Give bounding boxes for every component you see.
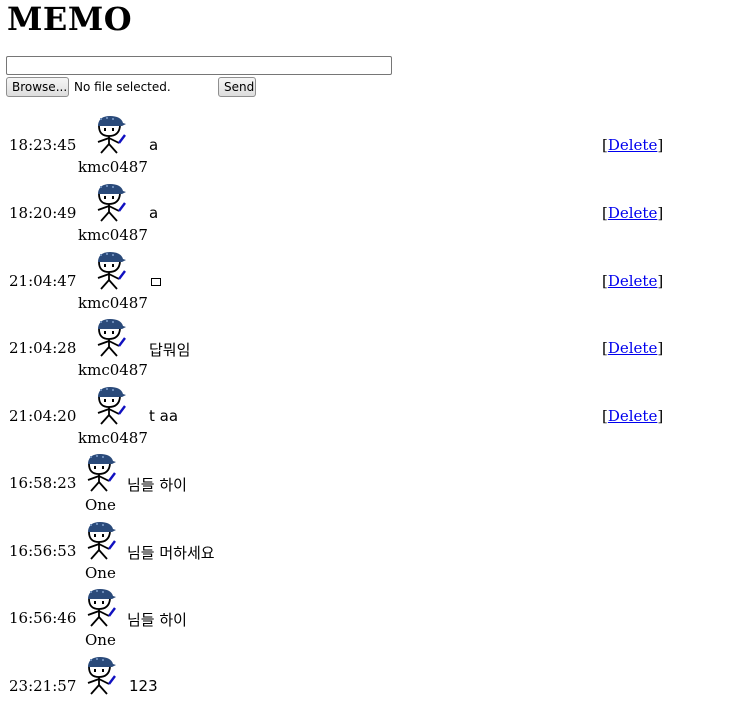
memo-entry: 21:04:28 kmc0487 답뭐임 [Delete] <box>0 317 750 385</box>
entry-time: 21:04:47 <box>9 272 77 290</box>
stick-figure-avatar-icon <box>82 587 118 627</box>
entry-message: 님들 머하세요 <box>127 544 215 562</box>
entry-time: 21:04:28 <box>9 339 77 357</box>
file-status: No file selected. <box>74 80 171 94</box>
memo-entry: 16:56:46 One 님들 하이 <box>0 587 750 655</box>
entry-time: 16:58:23 <box>9 474 77 492</box>
delete-link[interactable]: Delete <box>608 136 657 154</box>
stick-figure-avatar-icon <box>92 182 128 222</box>
memo-entry: 18:20:49 kmc0487 a [Delete] <box>0 182 750 250</box>
delete-control: [Delete] <box>602 339 664 357</box>
delete-link[interactable]: Delete <box>608 272 657 290</box>
stick-figure-avatar-icon <box>82 452 118 492</box>
entry-username: kmc0487 <box>78 361 148 379</box>
delete-link[interactable]: Delete <box>608 204 657 222</box>
memo-entry: 18:23:45 kmc0487 a [Delete] <box>0 114 750 182</box>
delete-control: [Delete] <box>602 272 664 290</box>
stick-figure-avatar-icon <box>92 250 128 290</box>
delete-control: [Delete] <box>602 136 664 154</box>
entry-username: kmc0487 <box>78 294 148 312</box>
memo-entry: 16:58:23 One 님들 하이 <box>0 452 750 520</box>
entry-message: 123 <box>129 677 158 695</box>
entry-message-unrenderable-glyph <box>149 272 161 290</box>
page-title: MEMO <box>7 0 133 38</box>
browse-button[interactable]: Browse... <box>6 77 69 97</box>
send-button[interactable]: Send <box>218 77 256 97</box>
entry-time: 21:04:20 <box>9 407 77 425</box>
delete-control: [Delete] <box>602 407 664 425</box>
entry-username: One <box>85 564 116 582</box>
entry-username: kmc0487 <box>78 158 148 176</box>
memo-entry: 21:04:20 kmc0487 t aa [Delete] <box>0 385 750 453</box>
memo-entry: 23:21:57 123 <box>0 655 750 723</box>
stick-figure-avatar-icon <box>92 385 128 425</box>
entry-message: 님들 하이 <box>127 611 187 629</box>
memo-input[interactable] <box>6 56 392 75</box>
entry-time: 18:20:49 <box>9 204 77 222</box>
entry-message: a <box>149 136 159 154</box>
stick-figure-avatar-icon <box>82 655 118 695</box>
delete-link[interactable]: Delete <box>608 407 657 425</box>
entry-username: kmc0487 <box>78 429 148 447</box>
entry-username: One <box>85 496 116 514</box>
entry-time: 18:23:45 <box>9 136 77 154</box>
delete-control: [Delete] <box>602 204 664 222</box>
delete-link[interactable]: Delete <box>608 339 657 357</box>
entry-username: One <box>85 631 116 649</box>
entry-message: 님들 하이 <box>127 476 187 494</box>
stick-figure-avatar-icon <box>92 317 128 357</box>
memo-entry: 21:04:47 kmc0487 [Delete] <box>0 250 750 318</box>
stick-figure-avatar-icon <box>82 520 118 560</box>
entry-message: t aa <box>149 407 179 425</box>
memo-entry: 16:56:53 One 님들 머하세요 <box>0 520 750 588</box>
entry-username: kmc0487 <box>78 226 148 244</box>
entry-time: 16:56:53 <box>9 542 77 560</box>
entry-message: 답뭐임 <box>149 341 191 359</box>
entry-time: 16:56:46 <box>9 609 77 627</box>
entry-time: 23:21:57 <box>9 677 77 695</box>
stick-figure-avatar-icon <box>92 114 128 154</box>
entry-message: a <box>149 204 159 222</box>
